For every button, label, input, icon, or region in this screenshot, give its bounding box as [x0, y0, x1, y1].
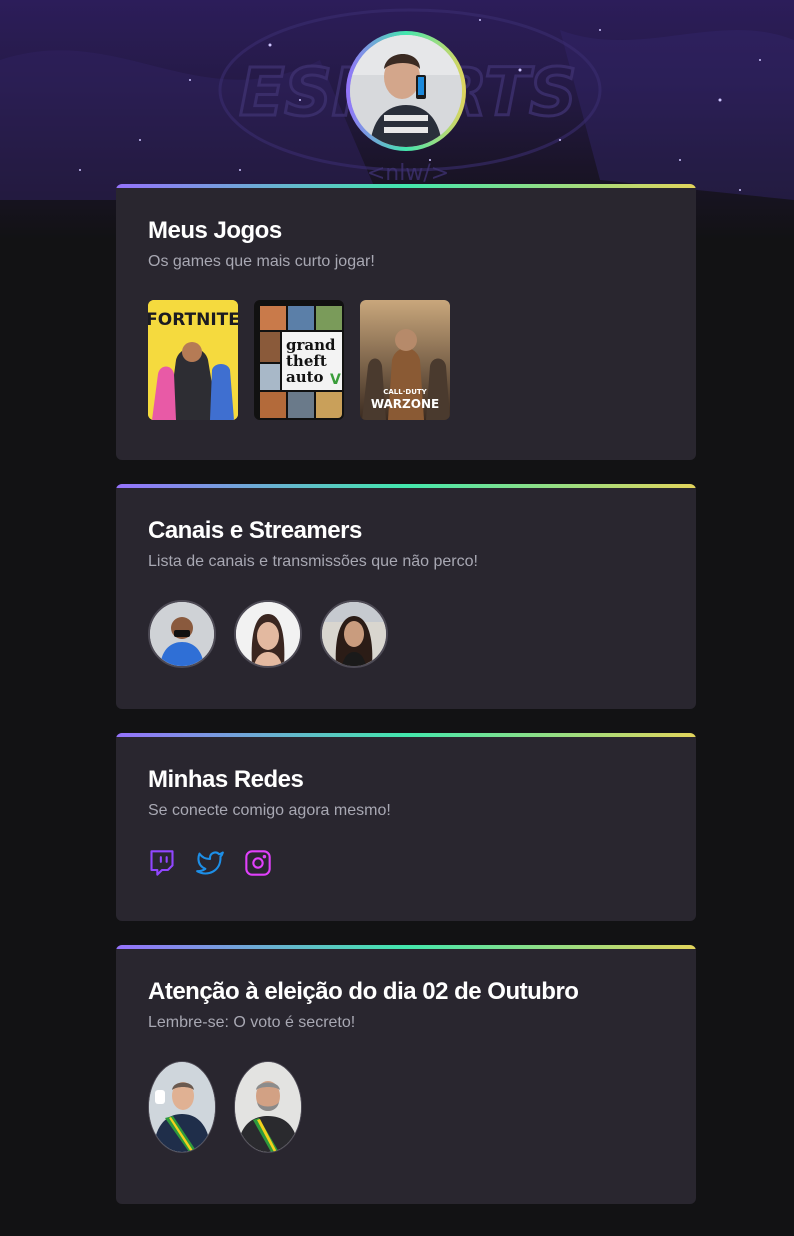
game-gta-v[interactable]: grand theft auto V: [254, 300, 344, 420]
game-warzone[interactable]: CALL·DUTY WARZONE: [360, 300, 450, 420]
games-title: Meus Jogos: [148, 217, 282, 244]
election-title: Atenção à eleição do dia 02 de Outubro: [148, 978, 579, 1005]
socials-list: [148, 849, 664, 877]
svg-text:WARZONE: WARZONE: [371, 397, 439, 411]
svg-text:<nlw/>: <nlw/>: [367, 161, 449, 186]
twitch-icon[interactable]: [148, 849, 176, 877]
game-fortnite[interactable]: FORTNITE: [148, 300, 238, 420]
streamer-avatar-2[interactable]: [234, 600, 302, 668]
svg-text:V: V: [330, 372, 341, 388]
streamers-title: Canais e Streamers: [148, 517, 362, 544]
twitter-icon[interactable]: [196, 849, 224, 877]
streamers-card: Canais e Streamers Lista de canais e tra…: [116, 484, 696, 709]
streamers-subtitle: Lista de canais e transmissões que não p…: [148, 553, 478, 570]
socials-card: Minhas Redes Se conecte comigo agora mes…: [116, 733, 696, 921]
games-card: Meus Jogos Os games que mais curto jogar…: [116, 184, 696, 460]
games-list: FORTNITE grand theft auto V CALL·DUTY WA…: [148, 300, 664, 420]
election-card: Atenção à eleição do dia 02 de Outubro L…: [116, 945, 696, 1204]
profile-avatar[interactable]: [346, 31, 466, 151]
svg-text:CALL·DUTY: CALL·DUTY: [383, 388, 427, 396]
streamer-avatar-3[interactable]: [320, 600, 388, 668]
socials-title: Minhas Redes: [148, 766, 304, 793]
fortnite-logo-text: FORTNITE: [148, 310, 238, 330]
election-subtitle: Lembre-se: O voto é secreto!: [148, 1014, 356, 1031]
streamers-list: [148, 600, 664, 668]
candidate-photo-1[interactable]: [148, 1061, 216, 1153]
candidate-photo-2[interactable]: [234, 1061, 302, 1153]
games-subtitle: Os games que mais curto jogar!: [148, 253, 375, 270]
instagram-icon[interactable]: [244, 849, 272, 877]
candidates-list: [148, 1061, 664, 1153]
socials-subtitle: Se conecte comigo agora mesmo!: [148, 802, 391, 819]
svg-text:auto: auto: [286, 368, 324, 386]
profile-photo-icon: [350, 35, 462, 147]
streamer-avatar-1[interactable]: [148, 600, 216, 668]
